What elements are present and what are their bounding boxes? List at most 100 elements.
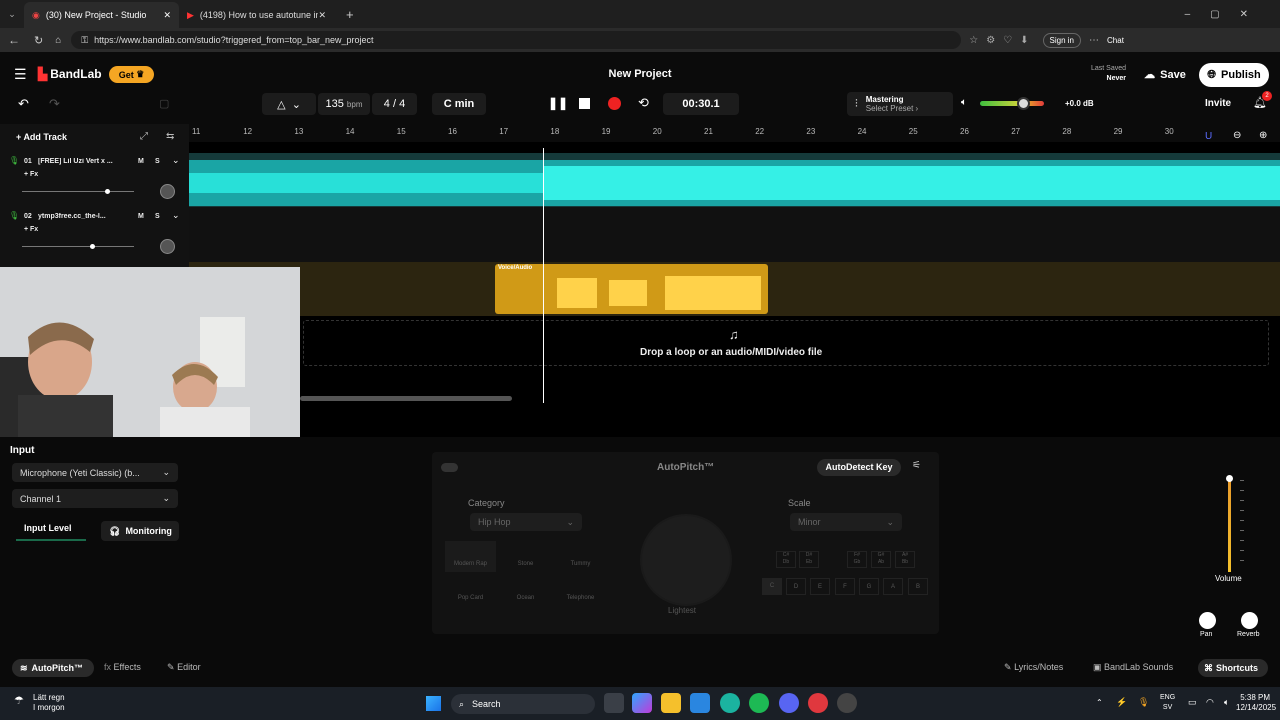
close-icon[interactable]: ✕ [163, 10, 171, 21]
stop-icon[interactable] [579, 98, 590, 109]
solo-button[interactable]: S [155, 158, 160, 165]
settings-sliders-icon[interactable]: ⚟ [912, 460, 921, 471]
autodetect-key-button[interactable]: AutoDetect Key [817, 459, 901, 476]
zoom-out-icon[interactable]: ⊖ [1233, 130, 1241, 141]
microphone-tray-icon[interactable]: 🎙︎ [1138, 697, 1149, 708]
display-icon[interactable]: ▭ [1188, 697, 1197, 708]
pause-icon[interactable]: ❚❚ [548, 96, 568, 110]
add-fx-button[interactable]: + Fx [24, 171, 38, 178]
file-explorer-icon[interactable] [661, 693, 681, 713]
tab-effects[interactable]: fx Effects [104, 662, 141, 672]
back-icon[interactable]: ← [8, 33, 20, 47]
menu-icon[interactable]: ☰ [14, 66, 27, 83]
app-icon[interactable] [808, 693, 828, 713]
track-volume-slider[interactable] [22, 189, 134, 194]
key-c[interactable]: C [762, 578, 782, 595]
timeline-ruler[interactable]: 11 12 13 14 15 16 17 18 19 20 21 22 23 24 25 26 27 28 29 30 [189, 124, 1280, 142]
media-player-icon[interactable] [837, 693, 857, 713]
mute-button[interactable]: M [138, 213, 144, 220]
track-volume-slider[interactable] [22, 244, 134, 249]
weather-text[interactable]: Lätt regn I morgon [33, 693, 65, 713]
sign-in-button[interactable]: Sign in [1042, 32, 1082, 48]
tray-chevron-icon[interactable]: ⌃ [1096, 698, 1103, 707]
track-lane-3[interactable]: Voice/Audio [189, 262, 1280, 316]
solo-button[interactable]: S [155, 213, 160, 220]
network-icon[interactable]: ⚡ [1116, 697, 1127, 708]
mute-button[interactable]: M [138, 158, 144, 165]
bandlab-logo[interactable]: ▙ BandLab [38, 67, 102, 81]
home-icon[interactable]: ⌂ [55, 35, 61, 46]
scale-select[interactable]: Minor ⌄ [790, 513, 902, 531]
preset-stone[interactable]: Stone [500, 541, 551, 572]
speaker-icon[interactable]: 🔈︎ [961, 97, 967, 108]
mastering-button[interactable]: ⫶ Mastering Select Preset › [847, 92, 953, 116]
key-a-sharp[interactable]: A# Bb [895, 551, 915, 568]
horizontal-scrollbar[interactable] [300, 396, 512, 401]
drop-zone[interactable]: ♫ Drop a loop or an audio/MIDI/video fil… [303, 320, 1269, 366]
track-header-1[interactable]: 🎙︎ 01 [FREE] Lil Uzi Vert x ... M S ⌄ + … [0, 153, 189, 207]
add-fx-button[interactable]: + Fx [24, 226, 38, 233]
magnet-icon[interactable]: U [1205, 131, 1212, 142]
key-g[interactable]: G [859, 578, 879, 595]
extension-icons[interactable]: ☆⚙♡⬇ [969, 35, 1036, 46]
automation-icon[interactable]: ⤢ [140, 131, 148, 142]
track-name[interactable]: ytmp3free.cc_the-l... [38, 213, 122, 220]
taskbar-search[interactable]: ⌕ Search [451, 694, 595, 714]
zoom-in-icon[interactable]: ⊕ [1259, 130, 1267, 141]
tab-bandlab[interactable]: ◉ (30) New Project - Studio ✕ [24, 2, 179, 28]
chevron-down-icon[interactable]: ⌄ [172, 210, 180, 221]
pitch-knob[interactable] [642, 516, 730, 604]
preset-tummy[interactable]: Tummy [555, 541, 606, 572]
pan-knob[interactable] [160, 239, 175, 254]
key-c-sharp[interactable]: C# Db [776, 551, 796, 568]
preset-telephone[interactable]: Telephone [555, 575, 606, 606]
key-f[interactable]: F [835, 578, 855, 595]
tab-youtube[interactable]: ▶ (4198) How to use autotune in ba ✕ [179, 2, 334, 28]
get-membership-button[interactable]: Get ♛ [109, 66, 154, 83]
refresh-icon[interactable]: ↻ [34, 34, 43, 47]
invite-button[interactable]: Invite [1205, 98, 1231, 109]
preset-modern-rap[interactable]: Modern Rap [445, 541, 496, 572]
record-icon[interactable] [608, 97, 621, 110]
volume-knob[interactable] [1017, 97, 1030, 110]
windows-start-icon[interactable] [426, 696, 441, 711]
task-view-icon[interactable] [604, 693, 624, 713]
preset-ocean[interactable]: Ocean [500, 575, 551, 606]
track-lane-2[interactable] [189, 207, 1280, 262]
input-device-select[interactable]: Microphone (Yeti Classic) (b... ⌄ [12, 463, 178, 482]
more-icon[interactable]: ⋯ [1089, 35, 1099, 46]
undo-icon[interactable]: ↶ [18, 96, 29, 112]
pan-knob[interactable] [160, 184, 175, 199]
wifi-icon[interactable]: ◠ [1206, 697, 1214, 708]
add-track-button[interactable]: + Add Track [16, 132, 67, 142]
channel-select[interactable]: Channel 1 ⌄ [12, 489, 178, 508]
key-d[interactable]: D [786, 578, 806, 595]
close-icon[interactable]: ✕ [318, 10, 326, 21]
tempo-field[interactable]: 135 bpm [318, 93, 370, 115]
track-header-2[interactable]: 🎙︎ 02 ytmp3free.cc_the-l... M S ⌄ + Fx [0, 207, 189, 262]
discord-icon[interactable] [779, 693, 799, 713]
spotify-icon[interactable] [749, 693, 769, 713]
reverb-knob[interactable] [1241, 612, 1258, 629]
key-f-sharp[interactable]: F# Gb [847, 551, 867, 568]
tab-editor[interactable]: ✎ Editor [167, 662, 201, 673]
clock[interactable]: 5:38 PM 12/14/2025 [1236, 693, 1276, 713]
loop-icon[interactable]: ⟲ [638, 95, 649, 111]
tab-actions-icon[interactable]: ⌄ [0, 9, 24, 20]
audio-region-voice[interactable]: Voice/Audio [495, 264, 768, 314]
copilot-icon[interactable] [632, 693, 652, 713]
redo-icon[interactable]: ↷ [49, 96, 60, 112]
track-settings-icon[interactable]: ⇆ [166, 131, 174, 142]
playhead[interactable] [543, 148, 544, 403]
publish-button[interactable]: 🌐︎ Publish [1199, 63, 1269, 87]
time-signature-field[interactable]: 4 / 4 [372, 93, 417, 115]
bandlab-sounds-button[interactable]: ▣ BandLab Sounds [1093, 662, 1173, 673]
slider-knob[interactable] [90, 244, 95, 249]
volume-tray-icon[interactable]: 🔈︎ [1224, 697, 1229, 708]
video-icon[interactable]: ▢ [159, 97, 169, 110]
track-lane-1[interactable] [189, 153, 1280, 207]
save-button[interactable]: ☁ Save [1134, 63, 1196, 86]
key-field[interactable]: C min [432, 93, 486, 115]
project-title[interactable]: New Project [590, 68, 690, 80]
key-g-sharp[interactable]: G# Ab [871, 551, 891, 568]
